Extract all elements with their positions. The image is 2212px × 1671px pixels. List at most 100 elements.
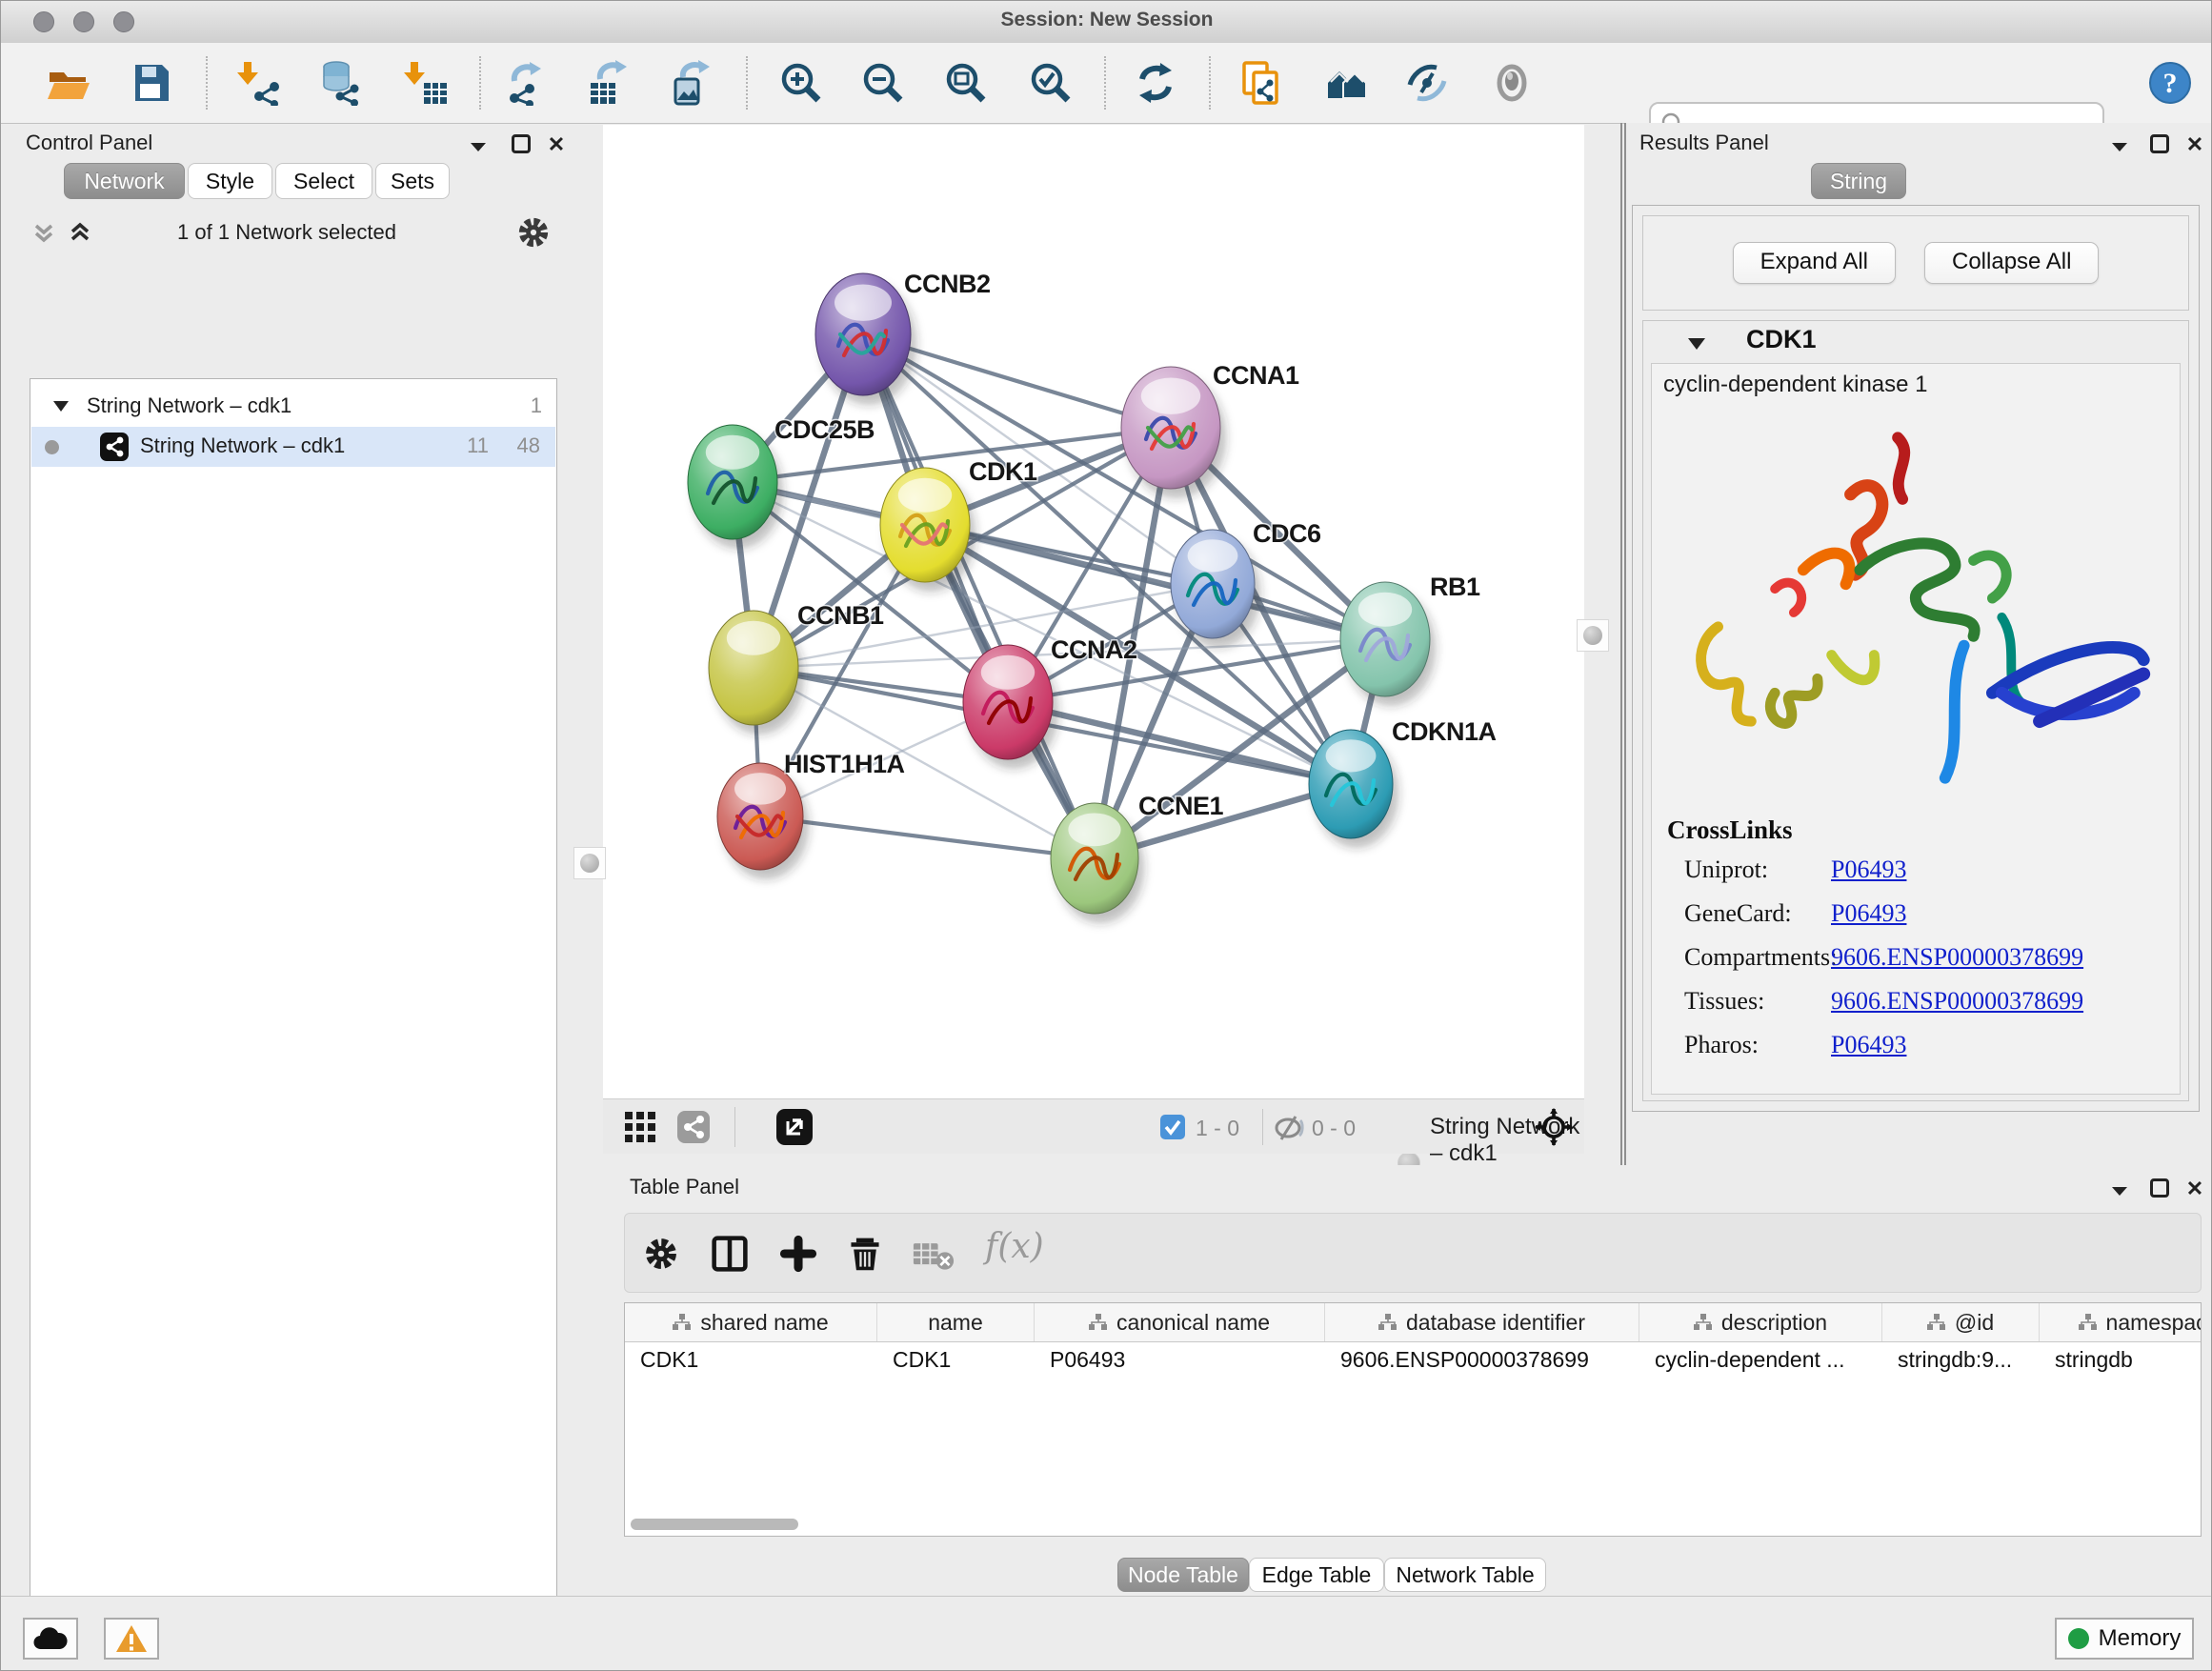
crosslink-value-link[interactable]: 9606.ENSP00000378699: [1831, 987, 2083, 1016]
floppy-save-icon[interactable]: [129, 60, 174, 106]
gene-description: cyclin-dependent kinase 1: [1663, 372, 1928, 398]
float-panel-icon[interactable]: [2107, 1178, 2132, 1203]
export-table-icon[interactable]: [585, 60, 631, 106]
cell--id[interactable]: stringdb:9...: [1882, 1341, 2040, 1378]
cell-canonical-name[interactable]: P06493: [1035, 1341, 1325, 1378]
column-header-shared-name[interactable]: shared name: [625, 1303, 877, 1341]
maximize-panel-icon[interactable]: [2150, 134, 2169, 153]
cloud-icon: [33, 1626, 68, 1651]
double-house-icon[interactable]: [1324, 60, 1370, 106]
crosslink-value-link[interactable]: P06493: [1831, 899, 1906, 928]
cell-namespace[interactable]: stringdb: [2040, 1341, 2202, 1378]
zoom-out-icon[interactable]: [860, 60, 906, 106]
close-panel-icon[interactable]: ✕: [2182, 132, 2207, 157]
help-icon[interactable]: ?: [2147, 60, 2193, 106]
share-view-icon[interactable]: [677, 1111, 710, 1143]
collapse-all-icon[interactable]: [30, 218, 58, 247]
float-panel-icon[interactable]: [466, 134, 491, 159]
tab-sets[interactable]: Sets: [375, 163, 450, 199]
title-bar: Session: New Session: [1, 1, 2212, 44]
network-node-CDKN1A[interactable]: [1309, 730, 1398, 848]
network-row-selected[interactable]: String Network – cdk1 11 48: [31, 427, 555, 467]
network-node-CCNA1[interactable]: [1121, 367, 1226, 498]
network-node-CCNB1[interactable]: [709, 611, 804, 735]
cell-description[interactable]: cyclin-dependent ...: [1639, 1341, 1882, 1378]
import-network-icon[interactable]: [236, 60, 282, 106]
network-collection-row[interactable]: String Network – cdk1 1: [31, 387, 555, 427]
zoom-in-icon[interactable]: [778, 60, 824, 106]
network-node-RB1[interactable]: [1340, 582, 1436, 706]
column-header-description[interactable]: description: [1639, 1303, 1882, 1341]
network-node-CCNA2[interactable]: [963, 645, 1058, 769]
add-column-icon[interactable]: [779, 1235, 817, 1273]
memory-button[interactable]: Memory: [2055, 1618, 2194, 1660]
zoom-fit-icon[interactable]: [943, 60, 989, 106]
network-node-CCNE1[interactable]: [1051, 803, 1144, 923]
delete-column-icon[interactable]: [846, 1235, 884, 1273]
tab-select[interactable]: Select: [275, 163, 372, 199]
gear-icon[interactable]: [515, 214, 552, 251]
close-panel-icon[interactable]: ✕: [2182, 1177, 2207, 1201]
crosslink-label: Uniprot:: [1684, 856, 1768, 884]
crosslink-row: Tissues:9606.ENSP00000378699: [1652, 987, 2182, 1031]
network-view-canvas[interactable]: CCNB2CCNA1CDC25BCDK1CDC6RB1CCNB1CCNA2CDK…: [603, 125, 1584, 1098]
maximize-panel-icon[interactable]: [512, 134, 531, 153]
crosslink-value-link[interactable]: P06493: [1831, 856, 1906, 884]
splitter-handle[interactable]: [1577, 619, 1609, 652]
columns-icon[interactable]: [711, 1235, 749, 1273]
expand-all-icon[interactable]: [66, 218, 94, 247]
cell-database-identifier[interactable]: 9606.ENSP00000378699: [1325, 1341, 1639, 1378]
crosslink-value-link[interactable]: P06493: [1831, 1031, 1906, 1059]
selected-checkbox-icon[interactable]: [1160, 1115, 1185, 1139]
tab-network[interactable]: Network: [64, 163, 185, 199]
expand-all-button[interactable]: Expand All: [1733, 242, 1896, 284]
column-header-name[interactable]: name: [877, 1303, 1035, 1341]
collapse-all-button[interactable]: Collapse All: [1924, 242, 2099, 284]
network-tree: String Network – cdk1 1 String Network –…: [30, 378, 557, 1671]
network-node-CCNB2[interactable]: [815, 273, 916, 405]
gear-icon[interactable]: [642, 1235, 680, 1273]
grid-view-icon[interactable]: [624, 1111, 656, 1143]
folder-open-icon[interactable]: [45, 60, 90, 106]
network-edge[interactable]: [1008, 702, 1351, 784]
splitter-handle[interactable]: [573, 847, 606, 879]
tab-edge-table[interactable]: Edge Table: [1249, 1558, 1384, 1592]
float-panel-icon[interactable]: [2107, 134, 2132, 159]
import-database-icon[interactable]: [315, 60, 361, 106]
birdseye-crosshair-icon[interactable]: [1535, 1108, 1573, 1146]
table-row[interactable]: CDK1CDK1P064939606.ENSP00000378699cyclin…: [625, 1341, 2202, 1378]
tab-node-table[interactable]: Node Table: [1117, 1558, 1249, 1592]
cell-name[interactable]: CDK1: [877, 1341, 1035, 1378]
column-header-database-identifier[interactable]: database identifier: [1325, 1303, 1639, 1341]
collapse-caret-icon[interactable]: [52, 399, 70, 413]
separator: [1262, 1109, 1263, 1145]
cloud-button[interactable]: [23, 1618, 78, 1660]
network-edge[interactable]: [863, 334, 1095, 858]
close-panel-icon[interactable]: ✕: [544, 132, 569, 157]
column-header-canonical-name[interactable]: canonical name: [1035, 1303, 1325, 1341]
eye-icon[interactable]: [1489, 60, 1535, 106]
column-header-namespace[interactable]: namespace: [2040, 1303, 2202, 1341]
eye-slash-icon[interactable]: [1404, 60, 1450, 106]
import-table-icon[interactable]: [403, 60, 449, 106]
warning-button[interactable]: [104, 1618, 159, 1660]
copy-network-icon[interactable]: [1238, 60, 1284, 106]
detach-view-icon[interactable]: [776, 1109, 813, 1145]
export-network-icon[interactable]: [503, 60, 549, 106]
tab-network-table[interactable]: Network Table: [1384, 1558, 1546, 1592]
tab-string[interactable]: String: [1811, 163, 1906, 199]
export-image-icon[interactable]: [668, 60, 714, 106]
maximize-panel-icon[interactable]: [2150, 1178, 2169, 1198]
network-node-CDK1[interactable]: [880, 468, 975, 592]
zoom-selected-icon[interactable]: [1028, 60, 1074, 106]
horizontal-scrollbar[interactable]: [631, 1519, 798, 1530]
network-edge[interactable]: [760, 816, 1095, 858]
cell-shared-name[interactable]: CDK1: [625, 1341, 877, 1378]
tab-style[interactable]: Style: [188, 163, 272, 199]
section-caret-icon[interactable]: [1687, 336, 1706, 351]
network-node-HIST1H1A[interactable]: [717, 763, 809, 879]
results-panel-title: Results Panel: [1639, 131, 1769, 155]
refresh-layout-icon[interactable]: [1133, 60, 1178, 106]
column-header--id[interactable]: @id: [1882, 1303, 2040, 1341]
crosslink-value-link[interactable]: 9606.ENSP00000378699: [1831, 943, 2083, 972]
